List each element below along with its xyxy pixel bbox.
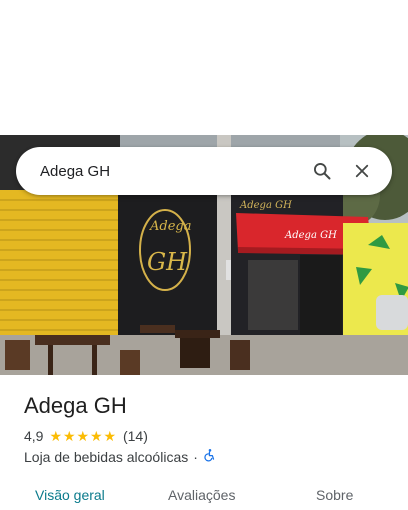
star-icon: ★ xyxy=(103,428,117,444)
rating-stars: ★ ★ ★ ★ ★ xyxy=(49,429,117,443)
star-icon: ★ xyxy=(89,428,103,444)
category-row: Loja de bebidas alcoólicas · xyxy=(24,448,217,465)
tab-reviews[interactable]: Avaliações xyxy=(168,487,235,503)
svg-text:Adega GH: Adega GH xyxy=(239,200,292,211)
place-title: Adega GH xyxy=(24,393,127,418)
rating-row[interactable]: 4,9 ★ ★ ★ ★ ★ (14) xyxy=(24,428,148,444)
photo-sign-awning: Adega GH xyxy=(284,230,337,241)
star-icon: ★ xyxy=(62,428,76,444)
photo-sign-gh: GH xyxy=(147,248,188,276)
tab-about[interactable]: Sobre xyxy=(316,487,353,503)
separator: · xyxy=(193,448,198,465)
star-icon: ★ xyxy=(49,428,63,444)
rating-value: 4,9 xyxy=(24,428,44,444)
review-count[interactable]: (14) xyxy=(123,428,148,444)
wheelchair-icon xyxy=(203,448,217,465)
star-icon: ★ xyxy=(76,428,90,444)
place-category: Loja de bebidas alcoólicas xyxy=(24,448,189,465)
tab-bar: Visão geral Avaliações Sobre xyxy=(0,485,408,510)
map-blank-area xyxy=(0,0,408,135)
photo-sign-adega: Adega xyxy=(149,219,191,234)
search-input[interactable]: Adega GH xyxy=(40,163,302,180)
place-info-panel: Adega GH 4,9 ★ ★ ★ ★ ★ (14) Loja de bebi… xyxy=(0,375,408,510)
search-icon[interactable] xyxy=(302,151,342,191)
tab-overview[interactable]: Visão geral xyxy=(35,487,105,503)
search-bar[interactable]: Adega GH xyxy=(16,147,392,195)
close-icon[interactable] xyxy=(342,151,382,191)
